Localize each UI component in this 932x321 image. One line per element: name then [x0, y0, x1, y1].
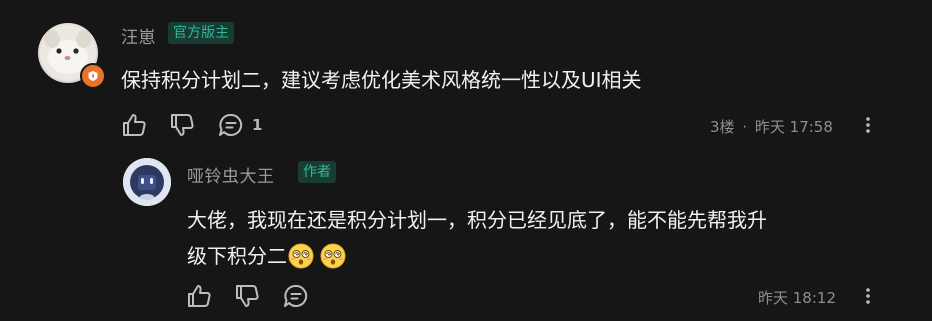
thumbs-up-icon [188, 285, 211, 307]
official-moderator-tag: 官方版主 [168, 22, 234, 44]
like-button[interactable] [122, 113, 148, 137]
reply-bubble-icon [284, 284, 308, 307]
thumbs-up-icon [123, 114, 146, 136]
dizzy-face-emoji [288, 243, 314, 269]
more-vertical-icon [866, 288, 870, 304]
more-vertical-icon [866, 117, 870, 133]
thumbs-down-icon [171, 114, 194, 136]
reply-time: 昨天 18:12 [758, 289, 836, 307]
reply-reply-button[interactable] [283, 284, 309, 308]
reply-button[interactable]: 1 [218, 113, 262, 137]
comment-more-button[interactable] [863, 115, 873, 135]
reply-author-username[interactable]: 哑铃虫大王 [187, 162, 275, 187]
reply-text-line1: 大佬，我现在还是积分计划一，积分已经见底了，能不能先帮我升 [187, 208, 767, 232]
author-tag: 作者 [298, 161, 336, 183]
reply-text-line2-wrap: 级下积分二 [187, 240, 346, 272]
reply-text-line2: 级下积分二 [187, 244, 287, 268]
dislike-button[interactable] [170, 113, 196, 137]
comment-text: 保持积分计划二，建议考虑优化美术风格统一性以及UI相关 [121, 68, 642, 92]
reply-more-button[interactable] [863, 286, 873, 306]
reply-author-avatar[interactable] [123, 158, 171, 206]
dizzy-face-emoji [320, 243, 346, 269]
reply-bubble-icon [219, 113, 243, 136]
meta-separator: · [742, 118, 748, 136]
comment-meta: 3楼 · 昨天 17:58 [710, 116, 833, 137]
commenter-username[interactable]: 汪崽 [121, 23, 156, 48]
reply-dislike-button[interactable] [235, 284, 261, 308]
comment-time: 昨天 17:58 [754, 118, 833, 136]
moderator-badge-icon [80, 63, 106, 89]
reply-count: 1 [252, 116, 263, 134]
reply-like-button[interactable] [187, 284, 213, 308]
thumbs-down-icon [236, 285, 259, 307]
floor-number: 3楼 [710, 118, 735, 136]
